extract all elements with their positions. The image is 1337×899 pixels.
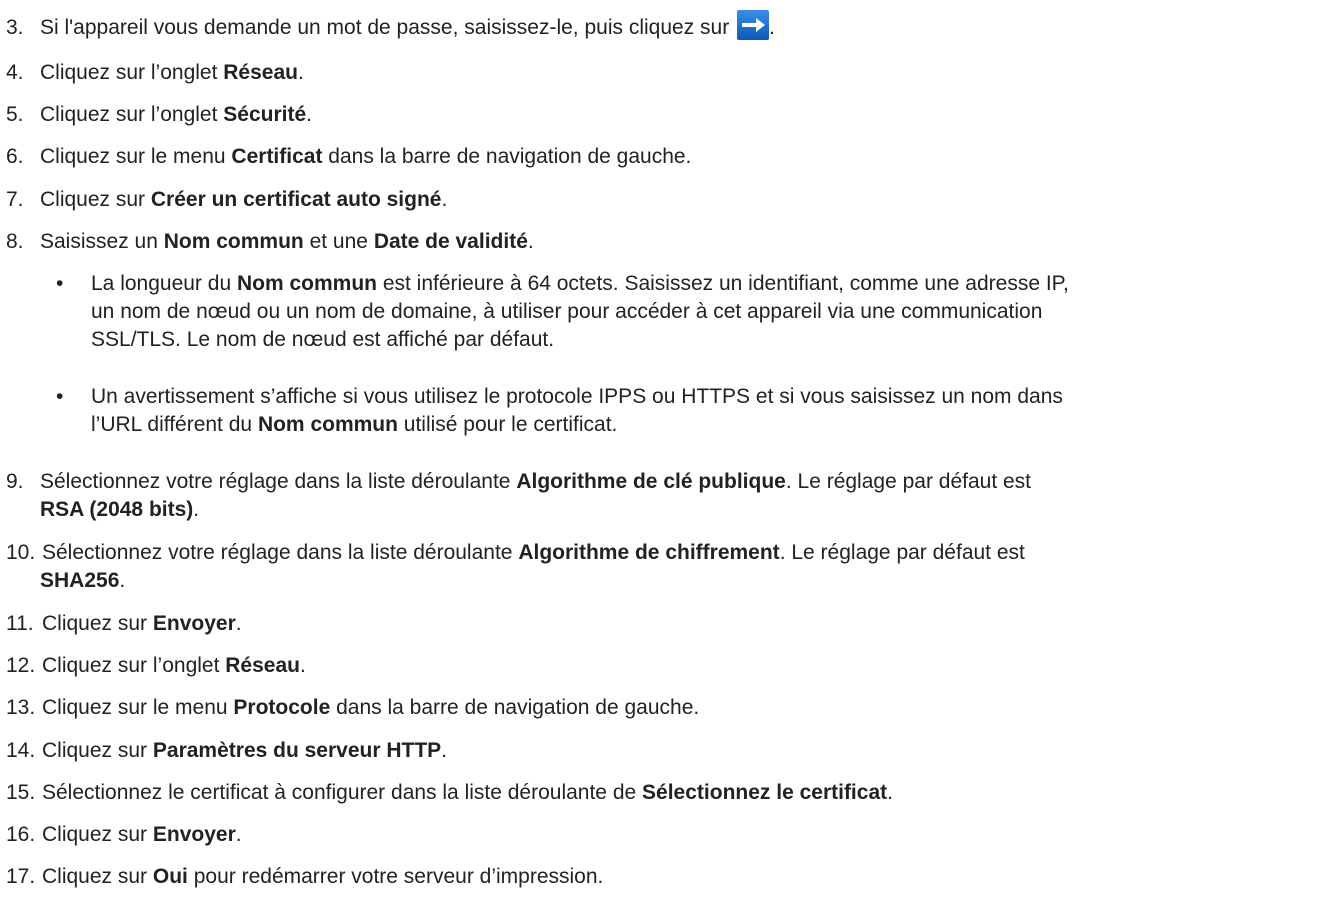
step-number: 3. — [6, 16, 24, 39]
bullet-text: La longueur du Nom commun est inférieure… — [42, 270, 1327, 298]
step-number: 4. — [6, 61, 24, 84]
step-text-end: . — [119, 569, 126, 592]
step-6: 6. Cliquez sur le menu Certificat dans la… — [6, 143, 1326, 171]
step-14: 14. Cliquez sur Paramètres du serveur HTT… — [6, 737, 1326, 765]
step-text: Sélectionnez votre réglage dans la liste… — [42, 541, 519, 564]
ui-label-sha256: SHA256 — [40, 569, 120, 592]
document-page: 3. Si l'appareil vous demande un mot de p… — [0, 0, 1337, 899]
step-text: Cliquez sur — [42, 739, 153, 762]
bullet-text-rest: est inférieure à 64 octets. Saisissez un… — [376, 272, 1069, 295]
step-wrap-line: RSA (2048 bits). — [6, 496, 1326, 524]
step-text: Cliquez sur — [42, 865, 153, 888]
step-text: Cliquez sur le menu — [42, 696, 234, 719]
step-text-mid: et une — [303, 230, 374, 253]
ui-label-nom-commun: Nom commun — [236, 272, 377, 295]
step-8: 8. Saisissez un Nom commun et une Date de… — [6, 228, 1326, 256]
step-5: 5. Cliquez sur l’onglet Sécurité. — [6, 101, 1326, 129]
step-text: Si l'appareil vous demande un mot de pas… — [40, 16, 730, 39]
step-number: 13. — [6, 696, 36, 719]
step-text: Cliquez sur — [42, 612, 153, 635]
step-number: 10. — [6, 541, 36, 564]
ui-label-parametres-http: Paramètres du serveur HTTP — [152, 739, 442, 762]
step-text-end: . — [299, 654, 306, 677]
step-text: Cliquez sur — [40, 188, 151, 211]
step-10: 10. Sélectionnez votre réglage dans la li… — [6, 539, 1326, 595]
step-number: 15. — [6, 781, 36, 804]
step-16: 16. Cliquez sur Envoyer. — [6, 821, 1326, 849]
step-11: 11. Cliquez sur Envoyer. — [6, 610, 1326, 638]
step-text: Cliquez sur l’onglet — [40, 103, 224, 126]
bullet-line-2: un nom de nœud ou un nom de domaine, à u… — [91, 300, 1043, 323]
step-text-mid: . Le réglage par défaut est — [785, 470, 1032, 493]
step-text: Cliquez sur l’onglet — [40, 61, 224, 84]
bullet-text: l’URL différent du Nom commun utilisé po… — [42, 411, 1327, 439]
step-text-end: . — [527, 230, 534, 253]
step-text-end: . — [235, 823, 242, 846]
step-number: 17. — [6, 865, 36, 888]
bullet-text-rest: utilisé pour le certificat. — [397, 413, 618, 436]
ui-label-nom-commun: Nom commun — [163, 230, 304, 253]
step-number: 14. — [6, 739, 36, 762]
step-15: 15. Sélectionnez le certificat à configur… — [6, 779, 1326, 807]
step-number: 8. — [6, 230, 24, 253]
step-text-end: . — [193, 498, 200, 521]
step-number: 5. — [6, 103, 24, 126]
ui-label-reseau: Réseau — [223, 61, 298, 84]
ui-label-oui: Oui — [152, 865, 188, 888]
step-text-end: . — [441, 188, 448, 211]
step-number: 6. — [6, 145, 24, 168]
ui-label-algo-chiffrement: Algorithme de chiffrement — [518, 541, 780, 564]
bullet-line-3: SSL/TLS. Le nom de nœud est affiché par … — [91, 328, 555, 351]
step-text-end: . — [306, 103, 312, 126]
ui-label-reseau: Réseau — [225, 654, 300, 677]
ui-label-rsa: RSA (2048 bits) — [40, 498, 194, 521]
step-13: 13. Cliquez sur le menu Protocole dans la… — [6, 694, 1326, 722]
step-number: 16. — [6, 823, 36, 846]
bullet-dot: • — [56, 272, 64, 295]
step-text-end: . — [769, 16, 775, 39]
ui-label-nom-commun: Nom commun — [257, 413, 398, 436]
step-9: 9. Sélectionnez votre réglage dans la lis… — [6, 468, 1326, 524]
step-number: 12. — [6, 654, 36, 677]
bullet-item: • Un avertissement s’affiche si vous uti… — [42, 383, 1327, 439]
step-text-end: dans la barre de navigation de gauche. — [322, 145, 692, 168]
ui-label-creer-certificat: Créer un certificat auto signé — [150, 188, 442, 211]
ui-label-date-validite: Date de validité — [373, 230, 528, 253]
arrow-right-icon — [737, 10, 770, 41]
step-text-mid: . Le réglage par défaut est — [779, 541, 1025, 564]
step-text-end: pour redémarrer votre serveur d’impressi… — [187, 865, 604, 888]
step-text: Sélectionnez votre réglage dans la liste… — [40, 470, 517, 493]
step-7: 7. Cliquez sur Créer un certificat auto s… — [6, 186, 1326, 214]
step-number: 7. — [6, 188, 24, 211]
bullet-item: • La longueur du Nom commun est inférieu… — [42, 270, 1327, 354]
step-text-end: dans la barre de navigation de gauche. — [330, 696, 700, 719]
bullet-text-start: l’URL différent du — [91, 413, 258, 436]
step-text: Saisissez un — [40, 230, 164, 253]
step-text-end: . — [887, 781, 893, 804]
ui-label-protocole: Protocole — [233, 696, 331, 719]
ui-label-certificat: Certificat — [231, 145, 323, 168]
step-text-end: . — [441, 739, 448, 762]
step-number: 9. — [6, 470, 24, 493]
step-number: 11. — [6, 612, 34, 635]
ui-label-algo-cle: Algorithme de clé publique — [516, 470, 786, 493]
step-12: 12. Cliquez sur l’onglet Réseau. — [6, 652, 1326, 680]
step-text: Sélectionnez le certificat à configurer … — [42, 781, 643, 804]
step-4: 4. Cliquez sur l’onglet Réseau. — [6, 59, 1326, 87]
step-text: Cliquez sur le menu — [40, 145, 232, 168]
ui-label-envoyer: Envoyer — [152, 612, 236, 635]
bullet-line-1: Un avertissement s’affiche si vous utili… — [91, 385, 1063, 408]
ui-label-envoyer: Envoyer — [152, 823, 236, 846]
step-text: Cliquez sur — [42, 823, 153, 846]
ui-label-securite: Sécurité — [223, 103, 307, 126]
step-text: Cliquez sur l’onglet — [42, 654, 226, 677]
bullet-text-start: La longueur du — [91, 272, 237, 295]
ui-label-selectionnez-certificat: Sélectionnez le certificat — [642, 781, 888, 804]
step-wrap-line: SHA256. — [6, 567, 1326, 595]
step-text-end: . — [235, 612, 242, 635]
step-17: 17. Cliquez sur Oui pour redémarrer votre… — [6, 863, 1326, 891]
step-text-end: . — [297, 61, 304, 84]
step-3: 3. Si l'appareil vous demande un mot de p… — [6, 10, 1326, 42]
bullet-dot: • — [56, 385, 64, 408]
